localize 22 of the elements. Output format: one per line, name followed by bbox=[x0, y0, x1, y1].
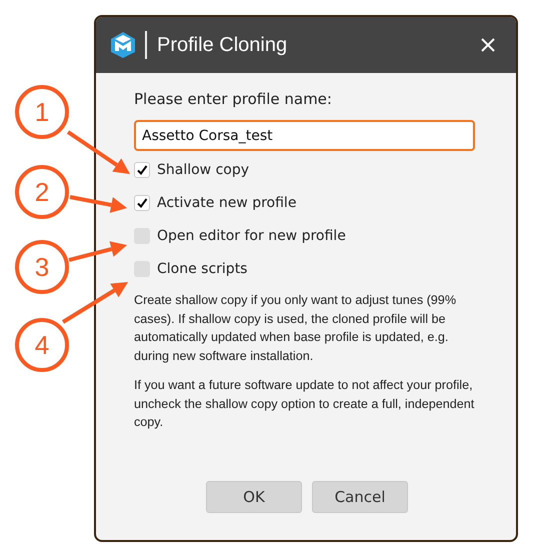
cancel-button[interactable]: Cancel bbox=[312, 481, 408, 513]
window-title: Profile Cloning bbox=[157, 34, 288, 56]
checkbox[interactable] bbox=[134, 162, 150, 178]
help-text: Create shallow copy if you only want to adjust tunes (99% cases). If shallow copy is used, the cloned profile will be automatically updated when base profile is updated, e.g. during new software installation. bbox=[134, 292, 458, 366]
checkbox-label[interactable]: Open editor for new profile bbox=[157, 228, 346, 244]
checkbox[interactable] bbox=[134, 195, 150, 211]
checkbox-label[interactable]: Clone scripts bbox=[157, 261, 248, 277]
input-field[interactable]: Assetto Corsa_test bbox=[134, 120, 475, 151]
ok-button[interactable]: OK bbox=[206, 481, 302, 513]
help-text: If you want a future software update to not affect your profile, uncheck the shallow copy option to create a full, independent copy. bbox=[134, 376, 476, 432]
field-label: Please enter profile name: bbox=[134, 90, 333, 108]
callout-arrow bbox=[68, 241, 127, 262]
callout-arrow bbox=[66, 130, 130, 174]
logo-icon bbox=[110, 31, 136, 59]
checkbox-label[interactable]: Activate new profile bbox=[157, 195, 296, 211]
callout-arrow bbox=[62, 282, 128, 324]
callout-arrow bbox=[70, 195, 127, 213]
callout-number: 4 bbox=[15, 318, 69, 372]
callout-number: 3 bbox=[15, 240, 69, 294]
callout-number: 2 bbox=[15, 165, 69, 219]
checkbox-label[interactable]: Shallow copy bbox=[157, 162, 250, 178]
callout-number: 1 bbox=[15, 85, 69, 139]
